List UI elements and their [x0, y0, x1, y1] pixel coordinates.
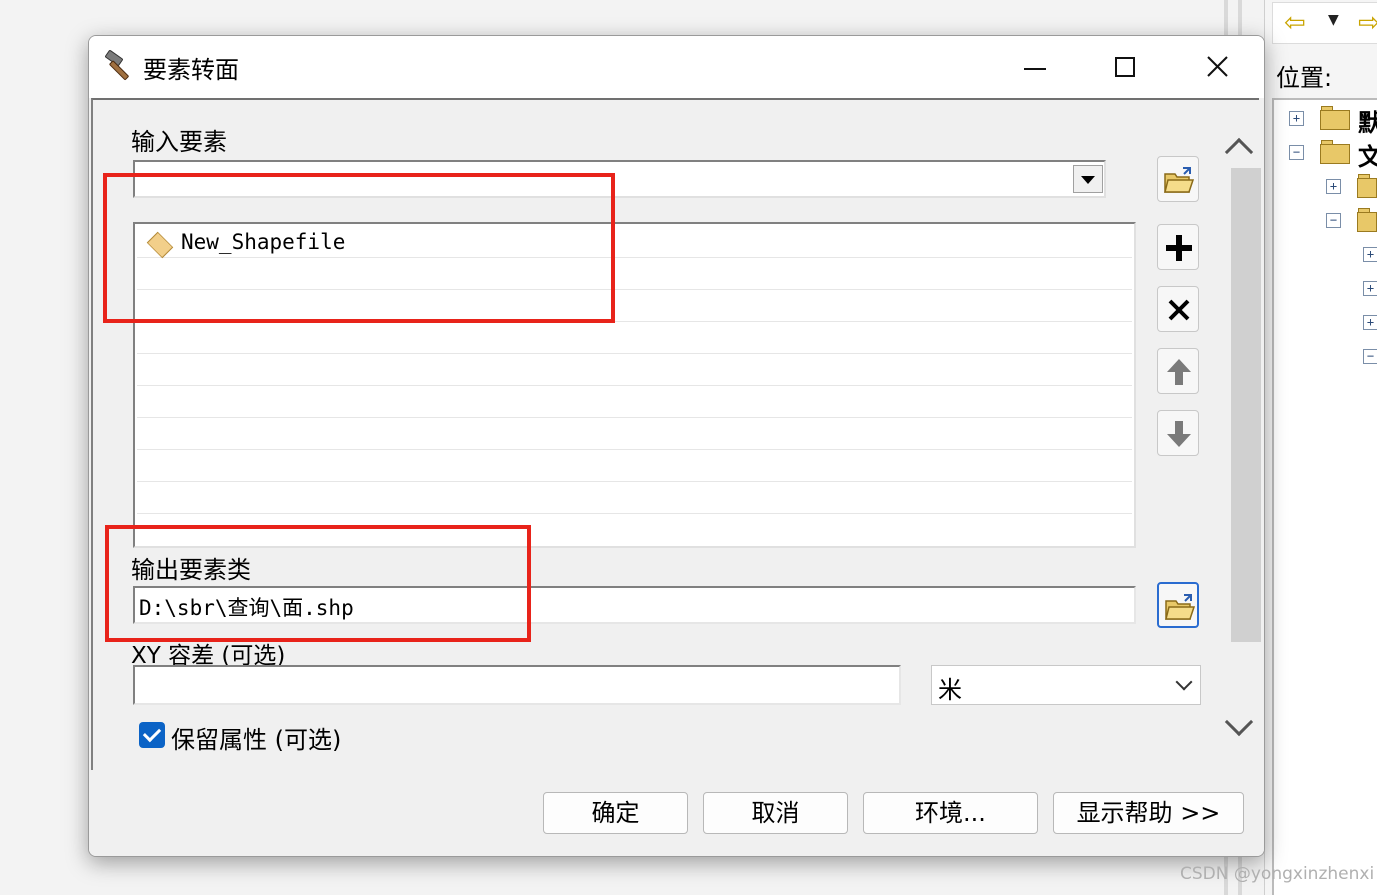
list-item: [137, 450, 1132, 482]
collapse-icon[interactable]: −: [1289, 145, 1304, 160]
folder-icon: [1357, 174, 1377, 198]
maximize-icon: [1115, 57, 1135, 77]
list-item: [137, 482, 1132, 514]
forward-arrow-icon[interactable]: ⇨: [1358, 8, 1377, 38]
keep-attributes-checkbox[interactable]: [139, 722, 165, 748]
collapse-icon[interactable]: −: [1363, 349, 1377, 364]
cancel-button[interactable]: 取消: [703, 792, 848, 834]
keep-attributes-label: 保留属性 (可选): [171, 726, 342, 754]
arrow-up-icon: [1167, 359, 1191, 385]
scroll-thumb[interactable]: [1231, 168, 1261, 642]
ok-button[interactable]: 确定: [543, 792, 688, 834]
unit-select[interactable]: 米: [931, 665, 1201, 705]
arrow-down-icon: [1167, 421, 1191, 447]
feature-to-polygon-dialog: 要素转面 输入要素 New_Shapefile 输出要素类 D:\sbr\查询\…: [88, 35, 1265, 857]
unit-value: 米: [938, 676, 962, 704]
open-folder-icon: [1164, 167, 1195, 193]
browse-input-button[interactable]: [1157, 156, 1199, 202]
dialog-footer: 确定 取消 环境... 显示帮助 >>: [89, 770, 1264, 856]
delete-x-icon: [1168, 299, 1190, 321]
list-item: [137, 354, 1132, 386]
minimize-icon: [1024, 68, 1046, 70]
move-down-button[interactable]: [1157, 410, 1199, 456]
scroll-down-icon[interactable]: [1224, 707, 1254, 737]
list-item: [137, 386, 1132, 418]
open-folder-icon: [1165, 594, 1196, 620]
tree-item-label[interactable]: 默: [1358, 103, 1377, 138]
dropdown-arrow-icon: [1081, 176, 1095, 184]
scroll-up-icon[interactable]: [1224, 137, 1254, 167]
close-icon: [1207, 56, 1228, 77]
maximize-button[interactable]: [1079, 40, 1171, 94]
hammer-icon: [105, 50, 129, 80]
close-button[interactable]: [1171, 40, 1263, 94]
show-help-button[interactable]: 显示帮助 >>: [1053, 792, 1244, 834]
expand-icon[interactable]: +: [1289, 111, 1304, 126]
move-up-button[interactable]: [1157, 348, 1199, 394]
plus-icon: [1166, 235, 1192, 261]
highlight-box-output: [105, 525, 531, 642]
home-folder-icon: [1320, 106, 1350, 130]
tree-item-label[interactable]: 文: [1358, 137, 1377, 172]
minimize-button[interactable]: [989, 40, 1081, 94]
title-bar[interactable]: 要素转面: [89, 36, 1264, 98]
combo-dropdown-button[interactable]: [1073, 165, 1103, 193]
list-item: [137, 418, 1132, 450]
expand-icon[interactable]: +: [1363, 281, 1377, 296]
dialog-title: 要素转面: [143, 56, 239, 84]
collapse-icon[interactable]: −: [1326, 213, 1341, 228]
xy-tolerance-field[interactable]: [133, 665, 901, 705]
folder-icon: [1320, 140, 1350, 164]
remove-item-button[interactable]: [1157, 286, 1199, 332]
list-item: [137, 322, 1132, 354]
browse-output-button[interactable]: [1157, 582, 1199, 628]
input-features-label: 输入要素: [131, 128, 227, 156]
environments-button[interactable]: 环境...: [863, 792, 1038, 834]
expand-icon[interactable]: +: [1363, 315, 1377, 330]
expand-icon[interactable]: +: [1326, 179, 1341, 194]
expand-icon[interactable]: +: [1363, 247, 1377, 262]
vertical-scrollbar[interactable]: [1224, 130, 1261, 750]
highlight-box-input: [103, 173, 615, 323]
folder-icon: [1357, 208, 1377, 232]
add-item-button[interactable]: [1157, 224, 1199, 270]
location-label: 位置:: [1276, 64, 1333, 92]
dropdown-caret-icon[interactable]: ▼: [1328, 12, 1339, 28]
back-arrow-icon[interactable]: ⇦: [1284, 8, 1306, 38]
chevron-down-icon: [1175, 673, 1193, 691]
watermark: CSDN @yongxinzhenxi: [1180, 864, 1375, 884]
